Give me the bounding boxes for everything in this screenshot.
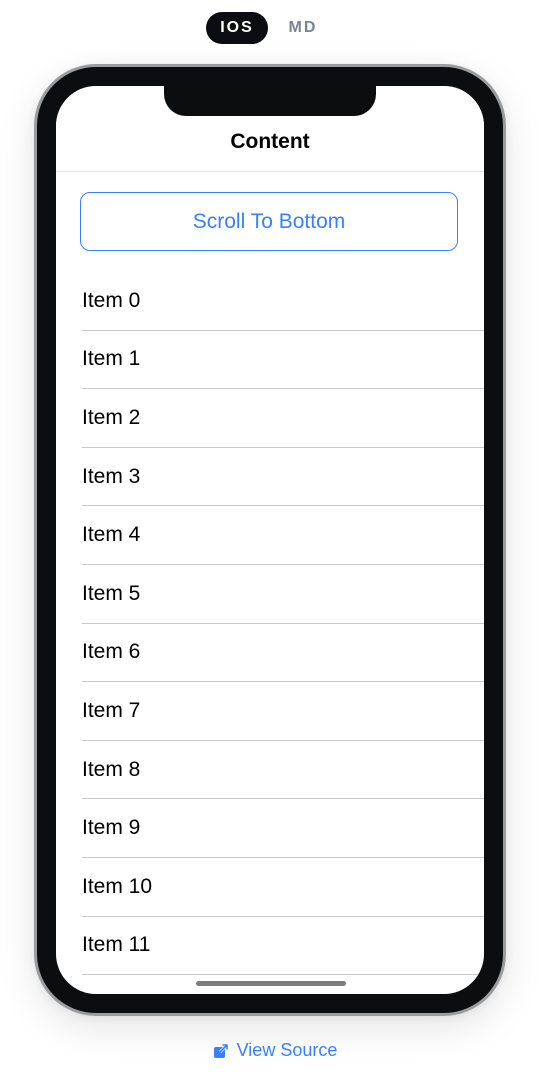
list-item[interactable]: Item 8 (82, 741, 484, 800)
view-source-label: View Source (236, 1040, 338, 1060)
list-item[interactable]: Item 10 (82, 858, 484, 917)
external-link-icon (213, 1043, 229, 1059)
view-source-link[interactable]: View Source (0, 1040, 550, 1061)
list-item[interactable]: Item 2 (82, 389, 484, 448)
list-item[interactable]: Item 1 (82, 331, 484, 390)
list-item[interactable]: Item 5 (82, 565, 484, 624)
md-mode-button[interactable]: MD (272, 12, 334, 44)
phone-screen: Content Scroll To Bottom Item 0 Item 1 Ite… (56, 86, 484, 994)
ios-mode-button[interactable]: IOS (206, 12, 268, 44)
scroll-to-bottom-button[interactable]: Scroll To Bottom (80, 192, 458, 251)
list-item[interactable]: Item 0 (82, 272, 484, 331)
phone-notch (164, 86, 376, 116)
list-item[interactable]: Item 9 (82, 799, 484, 858)
list-item[interactable]: Item 6 (82, 624, 484, 683)
page-title: Content (230, 130, 310, 153)
phone-frame: Content Scroll To Bottom Item 0 Item 1 Ite… (34, 64, 506, 1016)
list-item[interactable]: Item 7 (82, 682, 484, 741)
platform-mode-toggle: IOS MD (206, 12, 334, 44)
list-item[interactable]: Item 4 (82, 506, 484, 565)
content-area[interactable]: Scroll To Bottom Item 0 Item 1 Item 2 Item … (56, 172, 484, 994)
list-item[interactable]: Item 3 (82, 448, 484, 507)
list-item[interactable]: Item 11 (82, 917, 484, 976)
home-indicator (196, 981, 346, 986)
item-list: Item 0 Item 1 Item 2 Item 3 Item 4 Item 5 Item… (82, 272, 484, 976)
